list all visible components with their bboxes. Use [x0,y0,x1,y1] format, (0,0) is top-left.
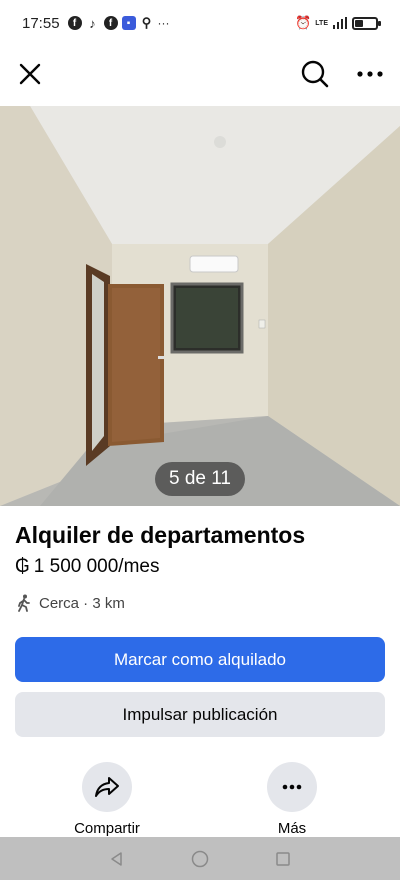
alarm-icon: ⏰ [295,15,312,30]
distance-row: Cerca · 3 km [15,594,125,612]
app-notification-icon: ▪ [121,16,136,30]
listing-title: Alquiler de departamentos [15,522,306,548]
more-action-button[interactable] [267,762,317,812]
more-horizontal-icon [282,784,302,790]
location-notification-icon: ⚲ [141,15,152,30]
tiktok-notification-icon: ♪ [89,15,96,31]
share-action: Compartir [52,762,162,837]
more-horizontal-icon [357,71,383,77]
top-bar [0,46,400,106]
status-time: 17:55 [22,14,60,32]
signal-icon [333,17,347,29]
system-nav-bar [0,837,400,880]
battery-icon [352,16,381,30]
back-nav-button[interactable] [102,844,132,874]
home-nav-button[interactable] [185,844,215,874]
search-icon [301,60,329,88]
boost-listing-button[interactable]: Impulsar publicación [15,692,385,737]
walking-icon [18,594,30,612]
share-label: Compartir [74,820,140,837]
battery-level [355,19,363,27]
facebook-notification-icon: f [103,16,118,30]
listing-photo[interactable]: 5 de 11 [0,106,400,506]
search-button[interactable] [295,54,335,94]
photo-counter: 5 de 11 [155,462,245,496]
facebook-notification-icon: f [67,16,82,30]
more-label: Más [277,820,307,837]
mark-rented-button[interactable]: Marcar como alquilado [15,637,385,682]
distance-text: Cerca · 3 km [39,594,125,612]
more-notifications-icon: ··· [157,16,170,30]
network-type: LTE [315,19,328,27]
listing-price: 1 500 000/mes [33,556,160,577]
recents-nav-button[interactable] [268,844,298,874]
more-options-button[interactable] [350,54,390,94]
close-icon [19,63,41,85]
currency-symbol: ₲ [15,556,30,577]
back-triangle-icon [110,851,122,866]
home-circle-icon [191,850,209,867]
share-button[interactable] [82,762,132,812]
recents-square-icon [276,851,291,866]
close-button[interactable] [10,54,50,94]
price-row: ₲ 1 500 000/mes [15,556,159,578]
room-photo-image [0,106,400,506]
share-icon [95,777,119,797]
status-bar: 17:55 f ♪ f ▪ ⚲ ··· ⏰ LTE [0,0,400,46]
more-action: Más [237,762,347,837]
